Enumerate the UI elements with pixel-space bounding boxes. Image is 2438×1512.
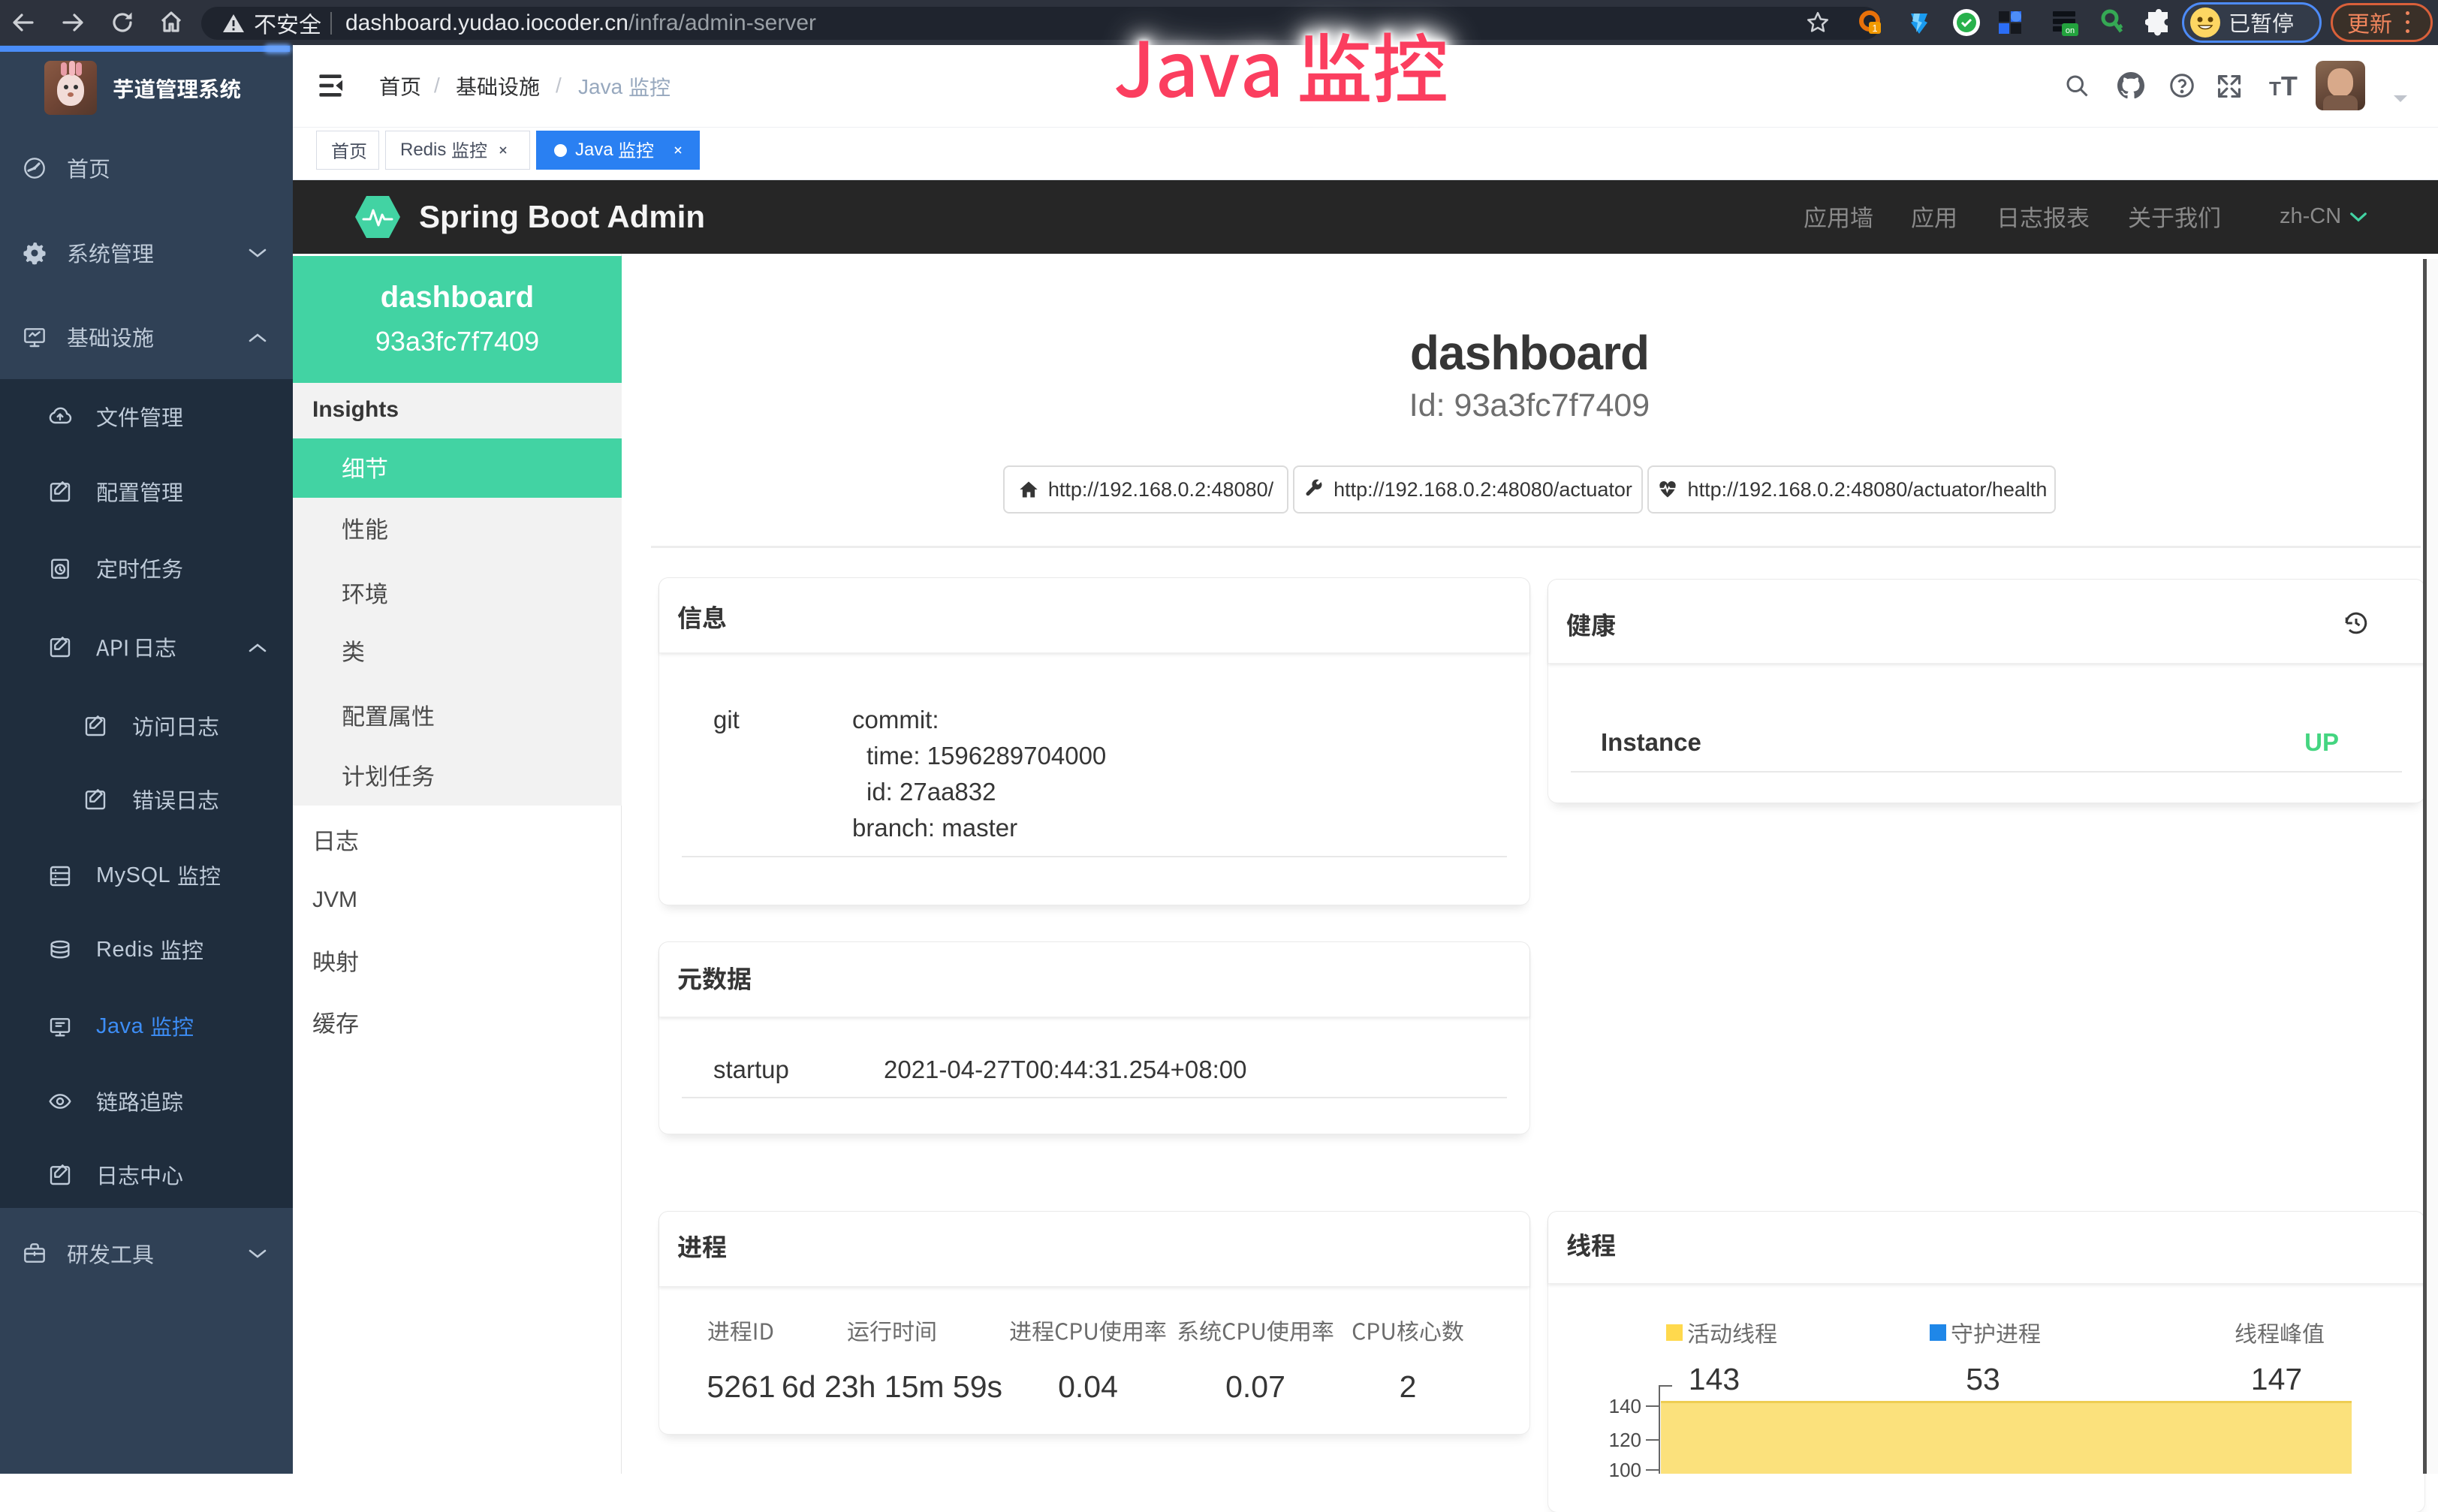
svg-text:on: on [2066,26,2075,35]
svg-text:1: 1 [1872,23,1877,34]
